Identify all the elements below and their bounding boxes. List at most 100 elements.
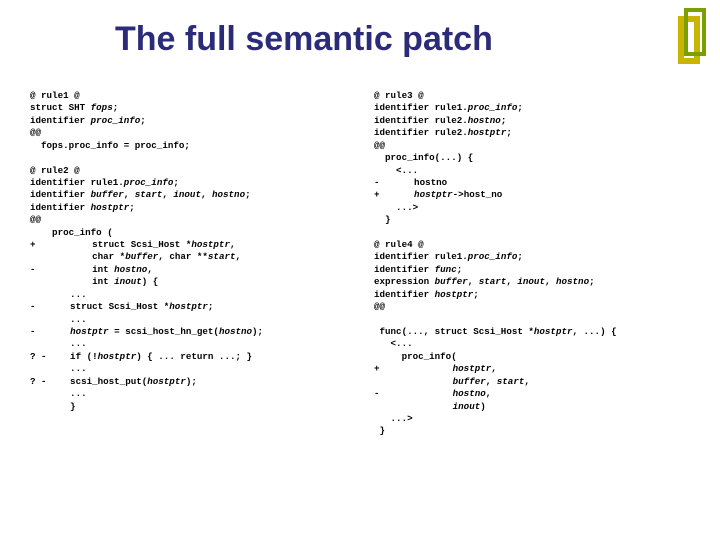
t: proc_info bbox=[91, 115, 141, 126]
t: ... bbox=[48, 314, 87, 325]
rule3-header: @ rule3 @ bbox=[374, 90, 424, 101]
t: ... bbox=[48, 388, 87, 399]
t: identifier rule1. bbox=[374, 251, 468, 262]
t: hostno bbox=[114, 264, 147, 275]
t: func bbox=[435, 264, 457, 275]
t bbox=[392, 401, 453, 412]
t: ... bbox=[48, 289, 87, 300]
t: ) { ... return ...; } bbox=[136, 351, 252, 362]
t: proc_info ( bbox=[30, 227, 113, 238]
t: buffer bbox=[91, 189, 124, 200]
t: hostptr bbox=[191, 239, 230, 250]
t: } bbox=[374, 214, 391, 225]
t: hostno bbox=[212, 189, 245, 200]
t: proc_info(...) { bbox=[374, 152, 473, 163]
t: identifier rule1. bbox=[374, 102, 468, 113]
t: hostno bbox=[468, 115, 501, 126]
t: hostptr bbox=[91, 202, 130, 213]
t: hostno bbox=[392, 177, 447, 188]
minus-prefix: - bbox=[30, 326, 48, 338]
t: @@ bbox=[30, 127, 41, 138]
t: char * bbox=[48, 251, 125, 262]
minus-prefix: - bbox=[374, 388, 392, 400]
t: expression bbox=[374, 276, 435, 287]
t: buffer bbox=[453, 376, 486, 387]
t: identifier bbox=[30, 202, 91, 213]
t: proc_info( bbox=[374, 351, 457, 362]
t: ; bbox=[208, 301, 214, 312]
corner-decoration bbox=[678, 8, 708, 68]
minus-prefix: - bbox=[374, 177, 392, 189]
t: start bbox=[497, 376, 525, 387]
rule1-header: @ rule1 @ bbox=[30, 90, 80, 101]
t: identifier bbox=[374, 289, 435, 300]
t: ...> bbox=[374, 413, 413, 424]
t: ) bbox=[480, 401, 486, 412]
t: , ...) { bbox=[573, 326, 617, 337]
t: host_no bbox=[464, 189, 503, 200]
t: <... bbox=[374, 165, 418, 176]
t: , bbox=[491, 363, 497, 374]
t: inout bbox=[517, 276, 545, 287]
t: ) { bbox=[142, 276, 159, 287]
t bbox=[48, 326, 70, 337]
t: ); bbox=[252, 326, 263, 337]
t bbox=[392, 376, 453, 387]
t: hostptr bbox=[468, 127, 507, 138]
t: fops bbox=[91, 102, 113, 113]
t: hostptr bbox=[169, 301, 208, 312]
t: start bbox=[135, 189, 163, 200]
t: proc_info bbox=[468, 251, 518, 262]
minus-prefix: - bbox=[30, 264, 48, 276]
t: inout bbox=[173, 189, 201, 200]
minus-prefix: - bbox=[30, 301, 48, 313]
t: } bbox=[48, 401, 76, 412]
t: @@ bbox=[374, 140, 385, 151]
t: hostno bbox=[219, 326, 252, 337]
t: = scsi_host_hn_get( bbox=[109, 326, 219, 337]
t: int bbox=[48, 276, 114, 287]
t: ... bbox=[48, 363, 87, 374]
t bbox=[392, 363, 453, 374]
t: int bbox=[48, 264, 114, 275]
t bbox=[392, 388, 453, 399]
t: hostno bbox=[453, 388, 486, 399]
t: inout bbox=[453, 401, 481, 412]
t: hostptr bbox=[98, 351, 137, 362]
qmark-prefix: ? - bbox=[30, 376, 48, 388]
t: hostptr bbox=[453, 363, 492, 374]
t: buffer bbox=[125, 251, 158, 262]
t: struct SHT bbox=[30, 102, 91, 113]
t: , char ** bbox=[158, 251, 208, 262]
t: struct Scsi_Host * bbox=[48, 301, 169, 312]
t: identifier rule1. bbox=[30, 177, 124, 188]
t: func(..., struct Scsi_Host * bbox=[374, 326, 534, 337]
t: proc_info bbox=[468, 102, 518, 113]
t: @@ bbox=[30, 214, 41, 225]
t: if (! bbox=[48, 351, 98, 362]
qmark-prefix: ? - bbox=[30, 351, 48, 363]
rule4-header: @ rule4 @ bbox=[374, 239, 424, 250]
right-column: @ rule3 @ identifier rule1.proc_info; id… bbox=[374, 90, 700, 438]
t: start bbox=[479, 276, 507, 287]
slide-title: The full semantic patch bbox=[115, 20, 493, 59]
t: hostptr bbox=[70, 326, 109, 337]
rule1-body: fops.proc_info = proc_info; bbox=[30, 140, 190, 151]
t: identifier bbox=[30, 115, 91, 126]
plus-prefix: + bbox=[30, 239, 48, 251]
t: hostptr bbox=[392, 189, 453, 200]
rule2-header: @ rule2 @ bbox=[30, 165, 80, 176]
plus-prefix: + bbox=[374, 363, 392, 375]
t: } bbox=[374, 425, 385, 436]
t: inout bbox=[114, 276, 142, 287]
t: identifier bbox=[30, 189, 91, 200]
t: identifier rule2. bbox=[374, 127, 468, 138]
t: @@ bbox=[374, 301, 385, 312]
code-columns: @ rule1 @ struct SHT fops; identifier pr… bbox=[30, 90, 700, 438]
t: ); bbox=[186, 376, 197, 387]
t: struct Scsi_Host * bbox=[48, 239, 191, 250]
t: -> bbox=[453, 189, 464, 200]
t: start bbox=[208, 251, 236, 262]
t: hostptr bbox=[435, 289, 474, 300]
t: ...> bbox=[374, 202, 418, 213]
